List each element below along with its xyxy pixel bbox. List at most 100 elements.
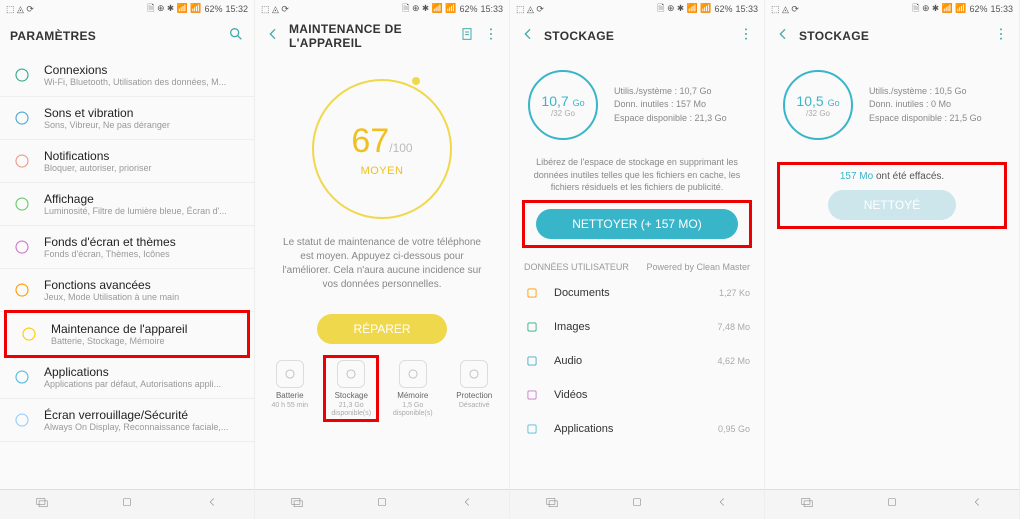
tab-sublabel: 40 h 55 min [271,402,308,410]
back-button[interactable] [460,495,474,514]
tab-sublabel: 21,3 Go disponible(s) [328,402,374,417]
tab-label: Mémoire [397,391,428,400]
clean-button[interactable]: NETTOYER (+ 157 MO) [536,209,737,239]
data-item-icon [524,285,540,301]
user-data-list: Documents 1,27 Ko Images 7,48 Mo Audio 4… [510,276,764,446]
tab-icon [399,360,427,388]
data-item-name: Vidéos [554,389,736,401]
maintenance-tabs: Batterie 40 h 55 min Stockage 21,3 Go di… [255,354,509,419]
storage-content: 10,7 Go /32 Go Utilis./système : 10,7 Go… [510,54,764,489]
settings-item[interactable]: Écran verrouillage/SécuritéAlways On Dis… [0,399,254,442]
settings-item[interactable]: ApplicationsApplications par défaut, Aut… [0,356,254,399]
maintenance-tab[interactable]: Protection Désactivé [446,360,502,417]
page-title: MAINTENANCE DE L'APPAREIL [289,22,459,50]
data-item-icon [524,387,540,403]
settings-item[interactable]: Fonctions avancéesJeux, Mode Utilisation… [0,269,254,312]
doc-icon[interactable] [459,26,475,47]
nav-bar [255,489,509,519]
settings-item-title: Écran verrouillage/Sécurité [44,408,228,422]
page-title: STOCKAGE [799,29,993,43]
maintenance-tab[interactable]: Mémoire 1,5 Go disponible(s) [385,360,441,417]
data-item-size: 0,95 Go [718,424,750,434]
settings-item[interactable]: Fonds d'écran et thèmesFonds d'écran, Th… [0,226,254,269]
search-icon[interactable] [228,26,244,47]
repair-button[interactable]: RÉPARER [317,314,446,344]
more-icon[interactable] [738,26,754,47]
user-data-item[interactable]: Images 7,48 Mo [510,310,764,344]
settings-item-sub: Wi-Fi, Bluetooth, Utilisation des donnée… [44,77,226,87]
maintenance-description: Le statut de maintenance de votre téléph… [255,224,509,304]
home-button[interactable] [375,495,389,514]
settings-item[interactable]: Maintenance de l'appareilBatterie, Stock… [4,310,250,358]
settings-item-title: Fonds d'écran et thèmes [44,235,176,249]
user-data-item[interactable]: Documents 1,27 Ko [510,276,764,310]
recents-button[interactable] [35,495,49,514]
recents-button[interactable] [545,495,559,514]
maintenance-tab[interactable]: Batterie 40 h 55 min [262,360,318,417]
settings-item[interactable]: AffichageLuminosité, Filtre de lumière b… [0,183,254,226]
back-button[interactable] [205,495,219,514]
data-item-size: 1,27 Ko [719,288,750,298]
maintenance-content: 67/100 MOYEN Le statut de maintenance de… [255,54,509,489]
more-icon[interactable] [483,26,499,47]
data-item-icon [524,353,540,369]
highlight-box: NETTOYER (+ 157 MO) [522,200,752,248]
back-icon[interactable] [520,26,536,47]
storage-gauge: 10,7 Go /32 Go [528,70,598,140]
data-item-icon [524,319,540,335]
settings-item-title: Notifications [44,149,152,163]
status-bar: ⬚ ◬ ⟳ 🗎 ⊕ ✱ 📶 📶 62% 15:33 [765,0,1019,18]
data-item-icon [524,421,540,437]
recents-button[interactable] [800,495,814,514]
home-button[interactable] [885,495,899,514]
settings-item-icon [12,237,32,257]
status-bar: ⬚ ◬ ⟳ 🗎 ⊕ ✱ 📶 📶 62% 15:33 [255,0,509,18]
recents-button[interactable] [290,495,304,514]
data-item-name: Audio [554,355,703,367]
user-data-item[interactable]: Applications 0,95 Go [510,412,764,446]
storage-stats: Utilis./système : 10,7 GoDonn. inutiles … [614,85,727,126]
status-right: 🗎 ⊕ ✱ 📶 📶 62% 15:32 [147,1,248,17]
more-icon[interactable] [993,26,1009,47]
score-ring: 67/100 MOYEN [312,79,452,219]
settings-item-icon [12,108,32,128]
settings-item-icon [12,194,32,214]
home-button[interactable] [120,495,134,514]
section-header: DONNÉES UTILISATEURPowered by Clean Mast… [510,254,764,276]
cleaned-button: NETTOYÉ [828,190,956,220]
nav-bar [765,489,1019,519]
settings-item-sub: Fonds d'écran, Thèmes, Icônes [44,249,176,259]
settings-screen: ⬚ ◬ ⟳ 🗎 ⊕ ✱ 📶 📶 62% 15:32 PARAMÈTRES Con… [0,0,255,519]
back-icon[interactable] [775,26,791,47]
storage-description: Libérez de l'espace de stockage en suppr… [510,156,764,194]
home-button[interactable] [630,495,644,514]
user-data-item[interactable]: Audio 4,62 Mo [510,344,764,378]
settings-item-sub: Luminosité, Filtre de lumière bleue, Écr… [44,206,227,216]
data-item-name: Images [554,321,703,333]
tab-label: Stockage [335,391,368,400]
user-data-item[interactable]: Vidéos [510,378,764,412]
settings-item-icon [12,151,32,171]
page-title: STOCKAGE [544,29,738,43]
app-bar: PARAMÈTRES [0,18,254,54]
back-icon[interactable] [265,26,281,47]
settings-item[interactable]: Sons et vibrationSons, Vibreur, Ne pas d… [0,97,254,140]
settings-item-title: Affichage [44,192,227,206]
storage-screen-before: ⬚ ◬ ⟳ 🗎 ⊕ ✱ 📶 📶 62% 15:33 STOCKAGE 10,7 … [510,0,765,519]
settings-list: ConnexionsWi-Fi, Bluetooth, Utilisation … [0,54,254,489]
nav-bar [510,489,764,519]
settings-item-icon [12,65,32,85]
settings-item-title: Fonctions avancées [44,278,179,292]
back-button[interactable] [970,495,984,514]
settings-item[interactable]: NotificationsBloquer, autoriser, prioris… [0,140,254,183]
settings-item-title: Applications [44,365,221,379]
settings-item-icon [12,367,32,387]
back-button[interactable] [715,495,729,514]
maintenance-tab[interactable]: Stockage 21,3 Go disponible(s) [323,355,379,422]
settings-item-sub: Batterie, Stockage, Mémoire [51,336,187,346]
app-bar: MAINTENANCE DE L'APPAREIL [255,18,509,54]
settings-item-sub: Jeux, Mode Utilisation à une main [44,292,179,302]
settings-item[interactable]: ConnexionsWi-Fi, Bluetooth, Utilisation … [0,54,254,97]
page-title: PARAMÈTRES [10,29,228,43]
settings-item-title: Maintenance de l'appareil [51,322,187,336]
